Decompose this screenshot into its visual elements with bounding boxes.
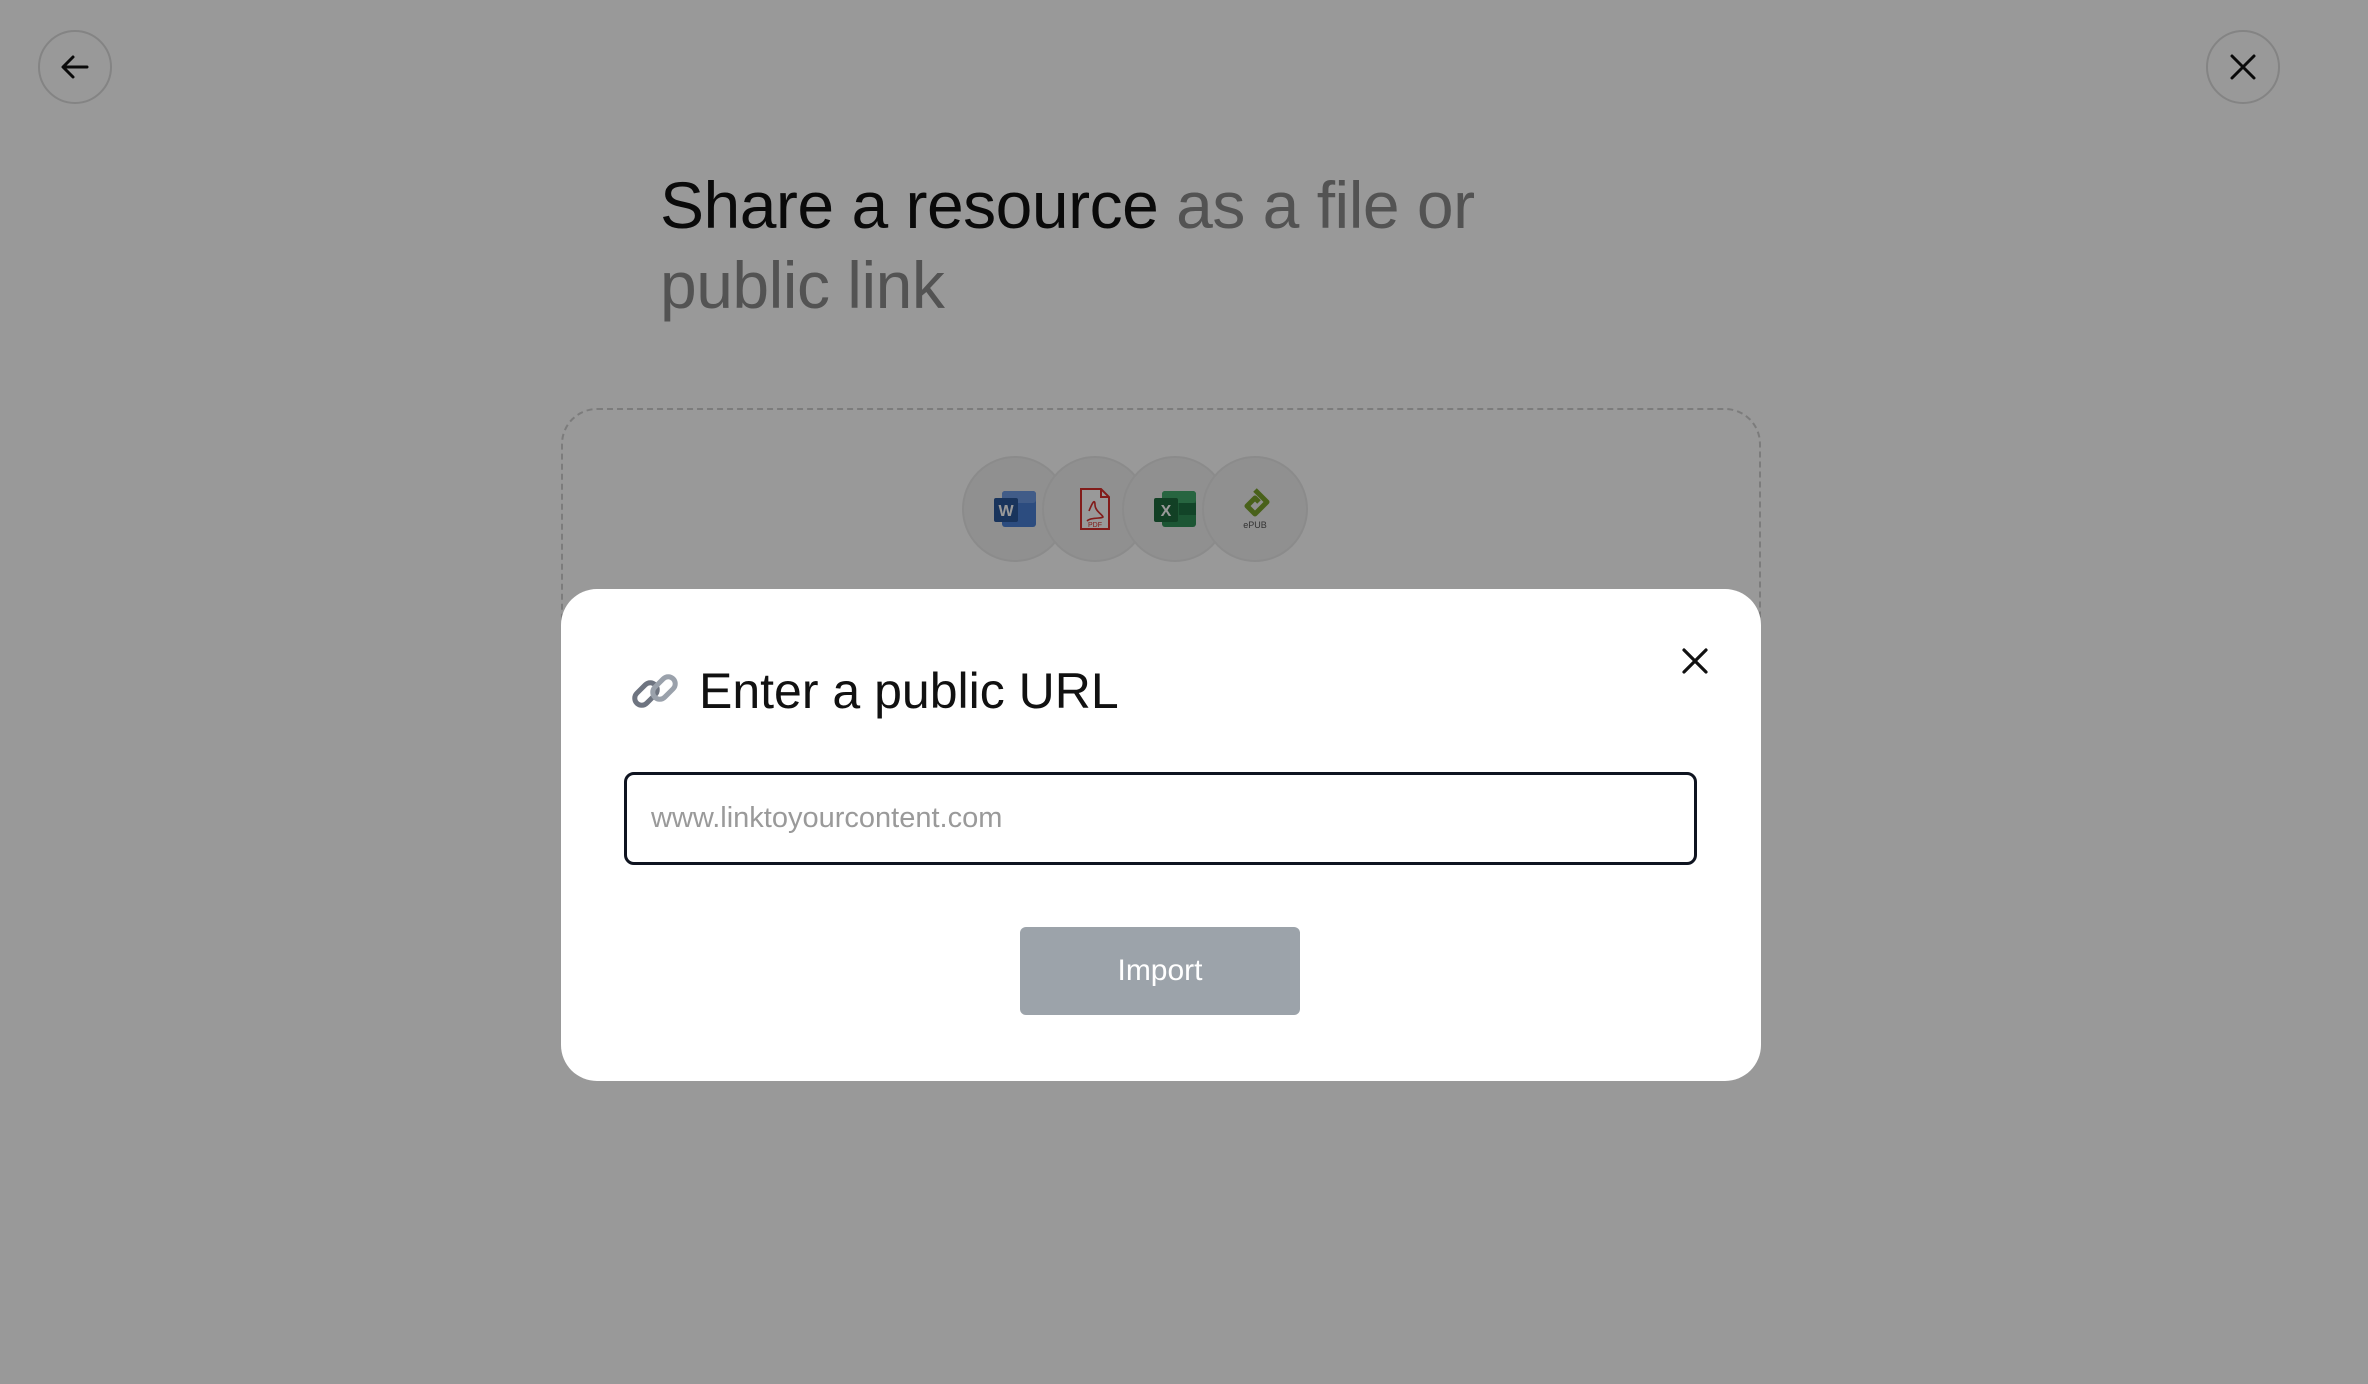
link-icon: [629, 665, 681, 717]
dialog-title: Enter a public URL: [629, 661, 1119, 721]
url-input[interactable]: [624, 772, 1697, 865]
public-url-dialog: Enter a public URL Import: [561, 589, 1761, 1081]
import-button[interactable]: Import: [1020, 927, 1300, 1015]
close-icon: [1682, 648, 1708, 674]
dialog-close-button[interactable]: [1667, 633, 1723, 689]
dialog-title-text: Enter a public URL: [699, 663, 1119, 719]
